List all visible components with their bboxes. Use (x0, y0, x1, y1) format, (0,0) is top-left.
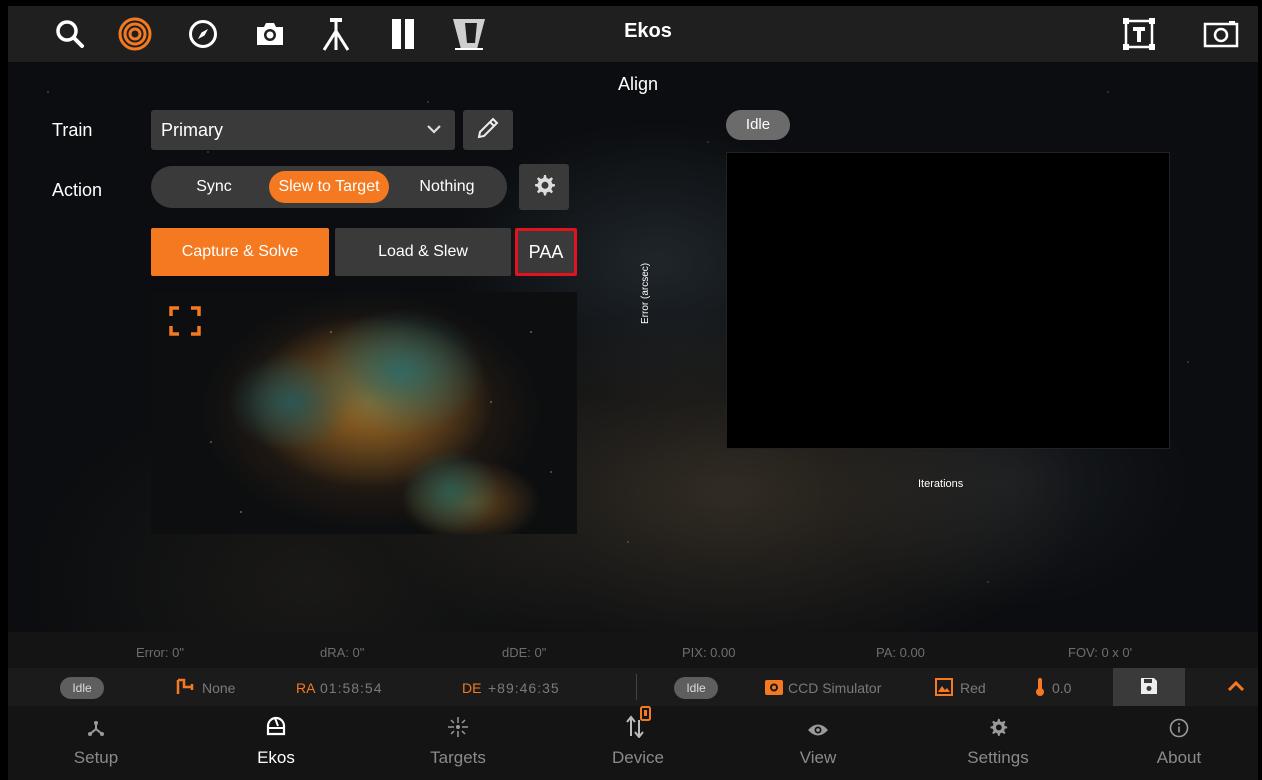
align-status-badge: Idle (726, 110, 790, 140)
plot-x-axis-label: Iterations (918, 478, 964, 490)
load-slew-button[interactable]: Load & Slew (335, 228, 511, 276)
action-label: Action (52, 180, 103, 200)
top-toolbar: Ekos (8, 6, 1258, 62)
nav-view-label: View (799, 748, 837, 767)
screen-capture-icon[interactable] (1201, 14, 1241, 54)
plot-y-axis-label: Error (arcsec) (640, 262, 651, 324)
pier-side-icon (176, 678, 196, 699)
edit-train-button[interactable] (463, 110, 513, 150)
setup-icon (46, 706, 146, 742)
capture-solve-button[interactable]: Capture & Solve (151, 228, 329, 276)
align-settings-button[interactable] (519, 164, 569, 210)
nav-ekos-label: Ekos (257, 748, 295, 767)
action-selector: Sync Slew to Target Nothing (151, 166, 507, 208)
train-dropdown[interactable]: Primary (151, 110, 455, 150)
chevron-down-icon (425, 120, 443, 143)
tripod-icon[interactable] (316, 14, 356, 54)
stat-pix: PIX: 0.00 (682, 645, 736, 660)
bottom-navigation: Setup Ekos Targets Device View Settings (8, 706, 1258, 780)
train-label: Train (52, 120, 93, 140)
de-value: +89:46:35 (488, 680, 560, 696)
save-icon (1140, 677, 1158, 698)
compass-icon[interactable] (183, 14, 223, 54)
align-panel: Align Train Primary Action Sync Slew to … (8, 62, 1258, 632)
stat-error: Error: 0" (136, 645, 184, 660)
settings-icon (948, 706, 1048, 742)
ra-label: RA (296, 680, 316, 696)
error-plot (726, 152, 1170, 449)
app-title: Ekos (624, 20, 672, 42)
target-icon[interactable] (115, 14, 155, 54)
filter-icon[interactable] (383, 14, 423, 54)
camera-status-icon (764, 678, 784, 699)
expand-up-icon[interactable] (1226, 678, 1246, 697)
solution-stats-row: Error: 0" dRA: 0" dDE: 0" PIX: 0.00 PA: … (8, 632, 1258, 668)
thermometer-icon (1034, 677, 1046, 700)
gear-icon (532, 173, 556, 202)
mount-status-badge: Idle (60, 677, 104, 699)
stat-fov: FOV: 0 x 0' (1068, 645, 1133, 660)
about-icon (1129, 706, 1229, 742)
nav-about[interactable]: About (1129, 706, 1229, 780)
preview-starfield (151, 292, 577, 534)
pencil-icon (475, 115, 501, 146)
nav-settings[interactable]: Settings (948, 706, 1048, 780)
camera-status-badge: Idle (674, 677, 718, 699)
nav-settings-label: Settings (967, 748, 1029, 767)
pier-side-value: None (202, 680, 236, 696)
train-value: Primary (161, 119, 223, 140)
status-divider (636, 674, 637, 700)
view-icon (768, 706, 868, 742)
action-sync[interactable]: Sync (169, 166, 259, 208)
nav-view[interactable]: View (768, 706, 868, 780)
nav-setup[interactable]: Setup (46, 706, 146, 780)
paa-button[interactable]: PAA (515, 228, 577, 276)
ekos-icon (226, 706, 326, 742)
targets-icon (408, 706, 508, 742)
action-slew-to-target[interactable]: Slew to Target (269, 171, 389, 203)
nav-about-label: About (1156, 748, 1202, 767)
save-button[interactable] (1113, 668, 1185, 706)
nav-device[interactable]: Device (588, 706, 688, 780)
camera-name: CCD Simulator (788, 680, 882, 696)
action-nothing[interactable]: Nothing (397, 166, 497, 208)
filter-image-icon (934, 677, 954, 700)
dome-icon[interactable] (449, 14, 489, 54)
temperature-value: 0.0 (1052, 680, 1072, 696)
solver-image-preview[interactable] (151, 292, 577, 534)
de-label: DE (462, 680, 482, 696)
module-title: Align (617, 74, 659, 94)
device-icon (588, 706, 688, 742)
nav-targets-label: Targets (430, 748, 486, 767)
filter-name: Red (960, 680, 986, 696)
nav-device-label: Device (612, 748, 664, 767)
camera-icon[interactable] (250, 14, 290, 54)
frame-text-icon[interactable] (1119, 14, 1159, 54)
nav-targets[interactable]: Targets (408, 706, 508, 780)
ra-value: 01:58:54 (320, 680, 383, 696)
stat-dra: dRA: 0" (320, 645, 365, 660)
nav-ekos[interactable]: Ekos (226, 706, 326, 780)
stat-pa: PA: 0.00 (876, 645, 925, 660)
nav-setup-label: Setup (73, 748, 119, 767)
search-icon[interactable] (50, 14, 90, 54)
device-status-bar: Idle None RA 01:58:54 DE +89:46:35 Idle … (8, 668, 1258, 706)
stat-dde: dDE: 0" (502, 645, 547, 660)
fullscreen-icon[interactable] (169, 306, 201, 341)
